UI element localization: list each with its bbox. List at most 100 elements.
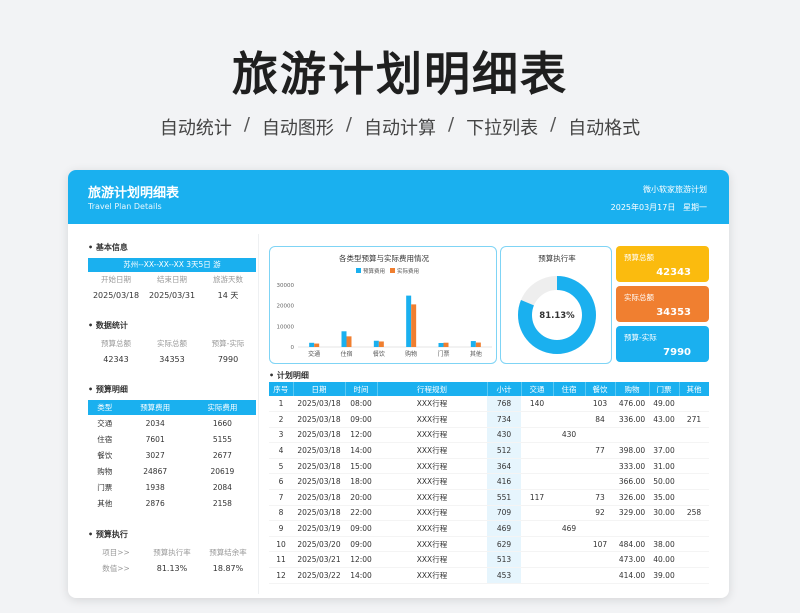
plan-cell[interactable]: 50.00 xyxy=(649,473,679,491)
plan-cell[interactable] xyxy=(521,567,553,584)
plan-cell[interactable]: 2025/03/18 xyxy=(293,505,345,522)
plan-cell[interactable] xyxy=(521,551,553,569)
start-date-value[interactable]: 2025/03/18 xyxy=(88,288,144,304)
plan-cell[interactable] xyxy=(553,551,585,569)
plan-cell[interactable] xyxy=(585,551,615,569)
plan-cell[interactable] xyxy=(615,520,649,537)
plan-cell[interactable]: XXX行程 xyxy=(377,442,487,459)
plan-cell[interactable] xyxy=(679,442,709,459)
plan-cell[interactable]: 326.00 xyxy=(615,489,649,506)
plan-cell[interactable]: XXX行程 xyxy=(377,489,487,506)
plan-cell[interactable]: 329.00 xyxy=(615,505,649,522)
plan-cell[interactable] xyxy=(521,505,553,522)
plan-cell[interactable] xyxy=(649,520,679,537)
plan-cell[interactable]: 140 xyxy=(521,396,553,413)
plan-cell[interactable] xyxy=(585,473,615,491)
plan-cell[interactable] xyxy=(679,458,709,475)
plan-cell[interactable]: 476.00 xyxy=(615,396,649,413)
plan-cell[interactable] xyxy=(553,473,585,491)
plan-cell[interactable]: 22:00 xyxy=(345,505,377,522)
plan-cell[interactable] xyxy=(585,427,615,444)
route-cell[interactable]: 苏州--XX--XX--XX 3天5日 游 xyxy=(88,258,256,272)
plan-cell[interactable]: 40.00 xyxy=(649,551,679,569)
plan-cell[interactable]: 09:00 xyxy=(345,520,377,537)
plan-cell[interactable]: XXX行程 xyxy=(377,505,487,522)
plan-cell[interactable]: 2025/03/18 xyxy=(293,411,345,428)
plan-cell[interactable]: 73 xyxy=(585,489,615,506)
plan-cell[interactable]: 43.00 xyxy=(649,411,679,428)
plan-cell[interactable]: 18:00 xyxy=(345,473,377,491)
plan-cell[interactable]: XXX行程 xyxy=(377,396,487,413)
plan-cell[interactable] xyxy=(521,411,553,428)
plan-cell[interactable] xyxy=(679,551,709,569)
plan-cell[interactable]: 2025/03/18 xyxy=(293,458,345,475)
budget-cell[interactable]: 1660 xyxy=(189,415,256,431)
plan-cell[interactable]: 35.00 xyxy=(649,489,679,506)
plan-cell[interactable]: 20:00 xyxy=(345,489,377,506)
plan-cell[interactable]: 15:00 xyxy=(345,458,377,475)
plan-cell[interactable]: 09:00 xyxy=(345,411,377,428)
plan-cell[interactable]: 469 xyxy=(553,520,585,537)
plan-cell[interactable]: 31.00 xyxy=(649,458,679,475)
end-date-value[interactable]: 2025/03/31 xyxy=(144,288,200,304)
plan-cell[interactable]: 336.00 xyxy=(615,411,649,428)
plan-cell[interactable]: 2025/03/21 xyxy=(293,551,345,569)
plan-cell[interactable]: 38.00 xyxy=(649,536,679,553)
plan-cell[interactable]: XXX行程 xyxy=(377,536,487,553)
plan-cell[interactable] xyxy=(649,427,679,444)
plan-cell[interactable]: 333.00 xyxy=(615,458,649,475)
plan-cell[interactable]: 08:00 xyxy=(345,396,377,413)
budget-cell[interactable]: 7601 xyxy=(122,431,189,447)
plan-cell[interactable] xyxy=(585,567,615,584)
plan-cell[interactable] xyxy=(553,442,585,459)
plan-cell[interactable]: 271 xyxy=(679,411,709,428)
plan-cell[interactable]: XXX行程 xyxy=(377,520,487,537)
budget-cell[interactable]: 2677 xyxy=(189,447,256,463)
budget-cell[interactable]: 3027 xyxy=(122,447,189,463)
plan-cell[interactable]: XXX行程 xyxy=(377,458,487,475)
budget-cell[interactable]: 2034 xyxy=(122,415,189,431)
plan-cell[interactable]: 77 xyxy=(585,442,615,459)
plan-cell[interactable]: 2025/03/18 xyxy=(293,396,345,413)
plan-cell[interactable] xyxy=(585,520,615,537)
plan-cell[interactable]: 430 xyxy=(553,427,585,444)
budget-cell[interactable]: 2084 xyxy=(189,479,256,495)
plan-cell[interactable]: 2025/03/18 xyxy=(293,473,345,491)
plan-cell[interactable] xyxy=(553,396,585,413)
budget-cell[interactable]: 24867 xyxy=(122,463,189,479)
plan-cell[interactable] xyxy=(521,427,553,444)
plan-cell[interactable]: 117 xyxy=(521,489,553,506)
plan-cell[interactable] xyxy=(521,536,553,553)
plan-cell[interactable] xyxy=(553,411,585,428)
plan-cell[interactable] xyxy=(679,536,709,553)
plan-cell[interactable]: 14:00 xyxy=(345,442,377,459)
budget-cell[interactable]: 2876 xyxy=(122,495,189,511)
plan-cell[interactable]: 2025/03/22 xyxy=(293,567,345,584)
plan-cell[interactable] xyxy=(679,520,709,537)
plan-cell[interactable]: 366.00 xyxy=(615,473,649,491)
plan-cell[interactable] xyxy=(679,489,709,506)
budget-cell[interactable]: 20619 xyxy=(189,463,256,479)
plan-cell[interactable]: 37.00 xyxy=(649,442,679,459)
plan-cell[interactable]: 103 xyxy=(585,396,615,413)
plan-cell[interactable] xyxy=(521,442,553,459)
plan-cell[interactable]: 2025/03/18 xyxy=(293,427,345,444)
plan-cell[interactable] xyxy=(615,427,649,444)
plan-cell[interactable]: 92 xyxy=(585,505,615,522)
plan-cell[interactable]: 2025/03/18 xyxy=(293,442,345,459)
plan-cell[interactable] xyxy=(679,473,709,491)
plan-cell[interactable]: 39.00 xyxy=(649,567,679,584)
plan-cell[interactable] xyxy=(521,520,553,537)
plan-cell[interactable]: 30.00 xyxy=(649,505,679,522)
plan-cell[interactable]: XXX行程 xyxy=(377,427,487,444)
plan-cell[interactable]: 473.00 xyxy=(615,551,649,569)
plan-cell[interactable] xyxy=(521,473,553,491)
plan-cell[interactable]: 398.00 xyxy=(615,442,649,459)
plan-cell[interactable]: XXX行程 xyxy=(377,473,487,491)
plan-cell[interactable] xyxy=(553,458,585,475)
budget-cell[interactable]: 1938 xyxy=(122,479,189,495)
plan-cell[interactable]: XXX行程 xyxy=(377,567,487,584)
plan-cell[interactable]: 14:00 xyxy=(345,567,377,584)
plan-cell[interactable]: XXX行程 xyxy=(377,411,487,428)
plan-cell[interactable]: 2025/03/19 xyxy=(293,520,345,537)
